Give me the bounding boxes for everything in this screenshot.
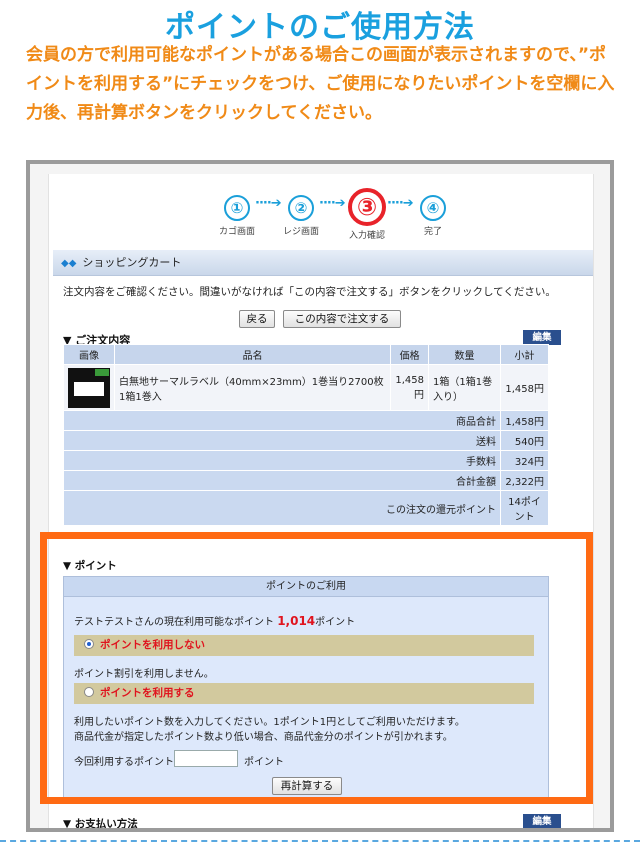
summary-row: この注文の還元ポイント 14ポイント xyxy=(63,490,549,526)
col-header: 画像 xyxy=(63,344,115,365)
product-price: 1,458円 xyxy=(390,364,429,411)
step-complete: ④ 完了 xyxy=(407,188,459,237)
section-header: ◆◆ ショッピングカート xyxy=(53,250,593,276)
page-title: ポイントのご使用方法 xyxy=(165,10,475,45)
summary-label: この注文の還元ポイント xyxy=(63,490,501,526)
product-name: 白無地サーマルラベル（40mm×23mm）1巻当り2700枚 1箱1巻入 xyxy=(113,364,392,411)
product-subtotal: 1,458円 xyxy=(500,364,549,411)
step-confirm: ③ 入力確認 xyxy=(341,188,393,241)
summary-row: 合計金額 2,322円 xyxy=(63,470,549,491)
confirm-instructions: 注文内容をご確認ください。間違いがなければ「この内容で注文する」ボタンをクリック… xyxy=(63,286,556,298)
col-header: 数量 xyxy=(428,344,501,365)
label-paper-icon xyxy=(74,381,104,396)
label-tag-icon xyxy=(95,368,109,376)
step-label: レジ画面 xyxy=(282,227,319,237)
summary-label: 商品合計 xyxy=(63,410,501,431)
summary-value: 1,458円 xyxy=(500,410,549,431)
edit-payment-button[interactable]: 編集 xyxy=(523,814,561,828)
summary-row: 送料 540円 xyxy=(63,430,549,451)
step-label: 完了 xyxy=(423,227,442,237)
back-button[interactable]: 戻る xyxy=(239,310,275,328)
summary-value: 540円 xyxy=(500,430,549,451)
step-label: カゴ画面 xyxy=(218,227,255,237)
step-number: ② xyxy=(288,195,314,221)
summary-value: 14ポイント xyxy=(500,490,549,526)
edit-order-button[interactable]: 編集 xyxy=(523,330,561,345)
highlight-box xyxy=(40,532,593,804)
step-number: ① xyxy=(224,195,250,221)
step-number: ③ xyxy=(348,188,386,226)
summary-value: 324円 xyxy=(500,450,549,471)
diamond-icon: ◆◆ xyxy=(61,258,77,269)
summary-label: 送料 xyxy=(63,430,501,451)
product-image xyxy=(68,367,110,408)
table-row: 白無地サーマルラベル（40mm×23mm）1巻当り2700枚 1箱1巻入 1,4… xyxy=(63,364,549,411)
step-number: ④ xyxy=(420,195,446,221)
dashed-divider xyxy=(0,840,640,842)
product-qty: 1箱（1箱1巻入り） xyxy=(428,364,501,411)
summary-label: 合計金額 xyxy=(63,470,501,491)
summary-value: 2,322円 xyxy=(500,470,549,491)
col-header: 小計 xyxy=(500,344,549,365)
summary-label: 手数料 xyxy=(63,450,501,471)
section-title: ショッピングカート xyxy=(82,256,182,269)
place-order-button[interactable]: この内容で注文する xyxy=(283,310,401,328)
intro-text: 会員の方で利用可能なポイントがある場合この画面が表示されますので、”ポイントを利… xyxy=(26,45,615,123)
summary-row: 商品合計 1,458円 xyxy=(63,410,549,431)
col-header: 品名 xyxy=(113,344,392,365)
payment-heading: ▼ お支払い方法 xyxy=(63,818,138,830)
step-label: 入力確認 xyxy=(348,231,385,241)
col-header: 価格 xyxy=(390,344,429,365)
summary-row: 手数料 324円 xyxy=(63,450,549,471)
order-table: 画像 品名 価格 数量 小計 白無地サーマルラベル（40mm×23mm）1巻当り… xyxy=(63,344,549,526)
checkout-steps: ① カゴ画面 ····➔ ② レジ画面 ····➔ ③ 入力確認 ····➔ ④… xyxy=(211,188,471,248)
